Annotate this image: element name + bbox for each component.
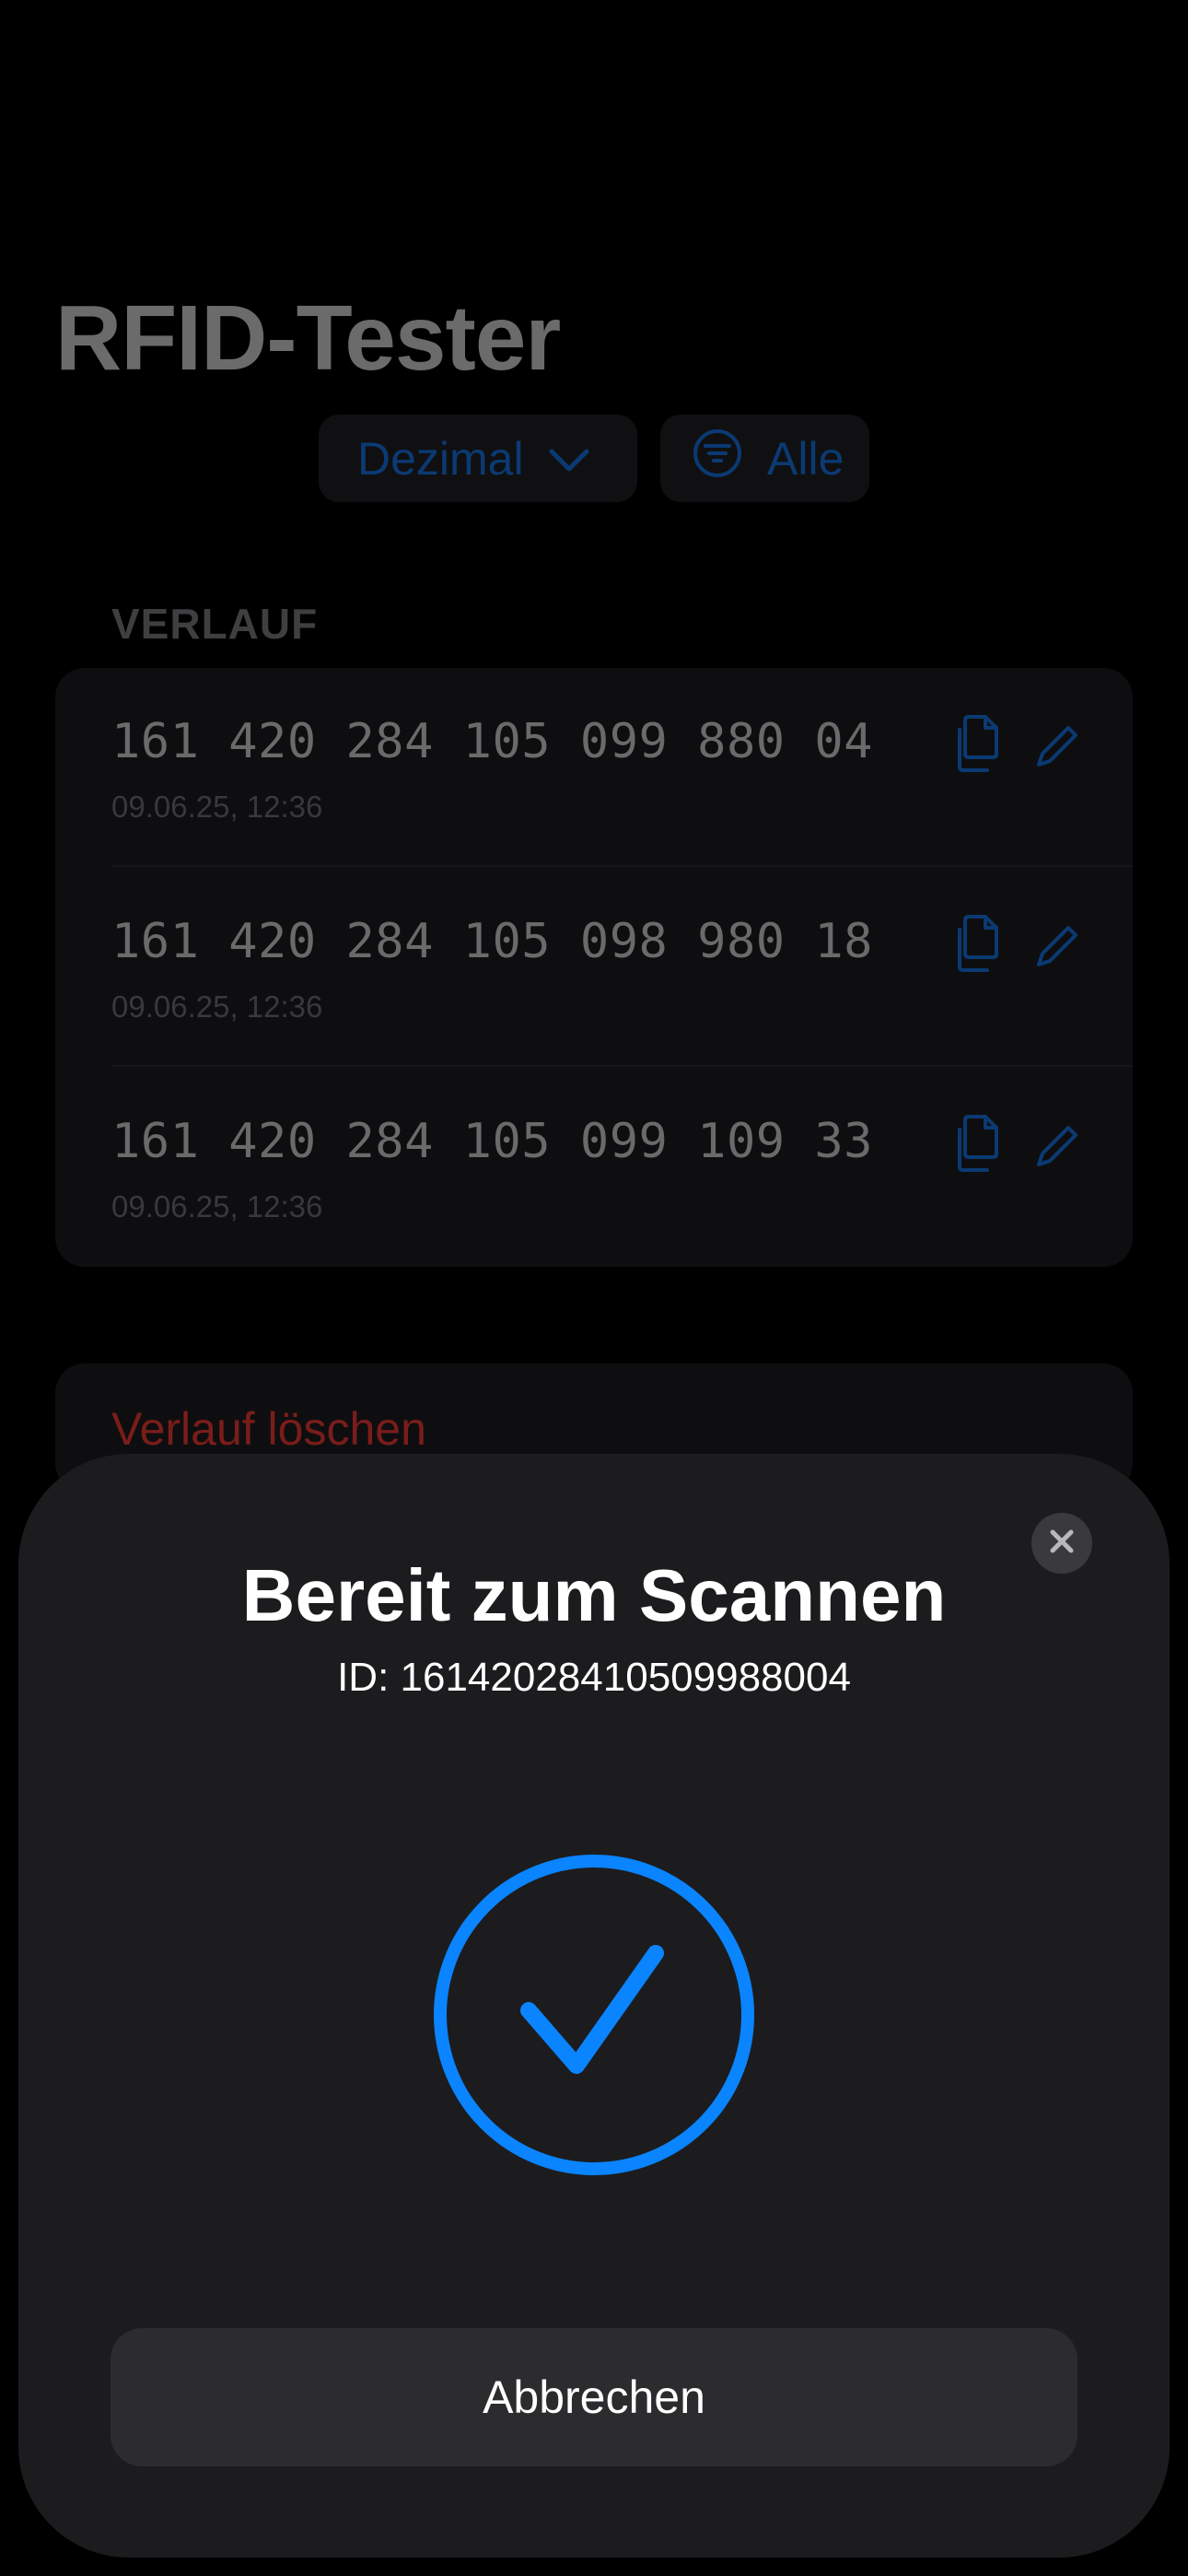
format-picker-label: Dezimal	[357, 432, 524, 485]
copy-icon[interactable]	[952, 909, 1007, 976]
copy-icon[interactable]	[952, 709, 1007, 776]
history-section-label: VERLAUF	[111, 600, 319, 648]
filter-picker-label: Alle	[767, 432, 844, 485]
pencil-icon[interactable]	[1031, 719, 1085, 772]
history-row[interactable]: 161 420 284 105 098 980 18 09.06.25, 12:…	[55, 868, 1133, 1067]
format-picker-button[interactable]: Dezimal	[319, 415, 637, 502]
checkmark-circle-icon	[431, 1852, 757, 2178]
page-title: RFID-Tester	[55, 287, 561, 390]
cancel-button[interactable]: Abbrechen	[111, 2328, 1077, 2466]
history-uid: 161 420 284 105 098 980 18	[111, 914, 873, 969]
history-row[interactable]: 161 420 284 105 099 109 33 09.06.25, 12:…	[55, 1068, 1133, 1267]
history-list: 161 420 284 105 099 880 04 09.06.25, 12:…	[55, 668, 1133, 1267]
row-divider	[111, 865, 1133, 867]
scan-id-text: ID: 16142028410509988004	[337, 1655, 851, 1700]
history-timestamp: 09.06.25, 12:36	[111, 989, 323, 1024]
filter-picker-button[interactable]: Alle	[660, 415, 869, 502]
history-timestamp: 09.06.25, 12:36	[111, 1189, 323, 1224]
history-row[interactable]: 161 420 284 105 099 880 04 09.06.25, 12:…	[55, 668, 1133, 867]
row-divider	[111, 1065, 1133, 1067]
history-uid: 161 420 284 105 099 880 04	[111, 714, 873, 769]
scan-sheet-title: Bereit zum Scannen	[241, 1554, 947, 1636]
history-timestamp: 09.06.25, 12:36	[111, 790, 323, 824]
chevron-down-icon	[548, 432, 590, 486]
clear-history-label: Verlauf löschen	[111, 1403, 426, 1455]
history-uid: 161 420 284 105 099 109 33	[111, 1114, 873, 1169]
cancel-button-label: Abbrechen	[483, 2371, 705, 2423]
filter-circle-icon	[692, 427, 743, 490]
pencil-icon[interactable]	[1031, 1118, 1085, 1172]
pencil-icon[interactable]	[1031, 919, 1085, 972]
copy-icon[interactable]	[952, 1109, 1007, 1176]
